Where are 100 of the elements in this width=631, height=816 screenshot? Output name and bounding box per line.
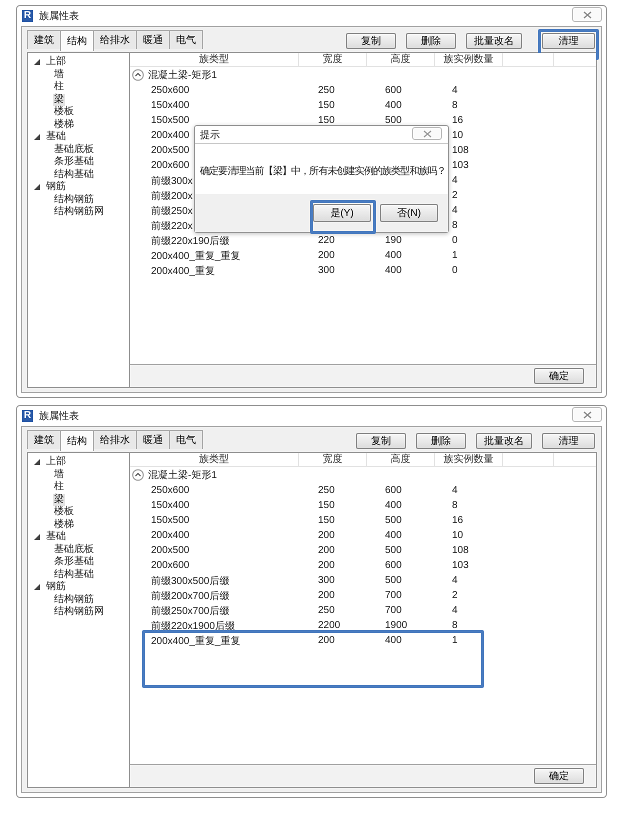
- table-cell: 10: [452, 130, 464, 141]
- close-icon: [582, 410, 592, 418]
- table-cell: 200x400_重复_重复: [151, 250, 240, 262]
- tree-item[interactable]: 钢筋: [45, 181, 67, 194]
- tree-item[interactable]: 墙: [53, 68, 65, 81]
- column-header[interactable]: 高度: [367, 453, 435, 466]
- table-cell: 0: [452, 265, 458, 276]
- table-cell: 250: [318, 605, 335, 616]
- table-cell: 250: [318, 85, 335, 96]
- tree-item[interactable]: 楼板: [53, 506, 75, 518]
- tree-item[interactable]: 上部: [45, 456, 67, 468]
- tree-item[interactable]: 柱: [53, 81, 65, 94]
- tree-item[interactable]: 楼梯: [53, 518, 75, 531]
- table-cell: 前缀250x700后缀: [151, 606, 230, 616]
- tree-item[interactable]: 楼板: [53, 106, 75, 118]
- tab[interactable]: 结构: [60, 30, 94, 51]
- table-cell: 16: [452, 515, 464, 526]
- toolbar-button[interactable]: 批量改名: [466, 33, 522, 49]
- table-cell: 400: [385, 635, 402, 646]
- tree-item[interactable]: 结构钢筋网: [53, 606, 105, 618]
- tree-item[interactable]: 结构钢筋: [53, 194, 95, 206]
- column-header[interactable]: 宽度: [299, 53, 367, 66]
- expander-icon[interactable]: [34, 534, 40, 540]
- ok-button[interactable]: 确定: [534, 368, 584, 384]
- table-cell: 前缀300x500后缀: [151, 576, 230, 586]
- table-cell: 2200: [318, 620, 340, 631]
- table-cell: 200x500: [151, 145, 190, 156]
- toolbar-button[interactable]: 复制: [356, 433, 406, 449]
- column-header[interactable]: 宽度: [299, 453, 367, 466]
- table-cell: 600: [385, 560, 402, 571]
- tree-item[interactable]: 基础: [45, 131, 67, 144]
- tab[interactable]: 建筑: [27, 30, 61, 49]
- table-cell: 200x400_重复_重复: [151, 636, 240, 646]
- collapse-icon[interactable]: [132, 69, 144, 81]
- close-button[interactable]: [572, 7, 602, 22]
- tab[interactable]: 给排水: [93, 430, 137, 449]
- table-cell: 103: [452, 560, 469, 571]
- table-cell: 500: [385, 515, 402, 526]
- toolbar-button[interactable]: 删除: [416, 433, 466, 449]
- table-cell: 250: [318, 485, 335, 496]
- toolbar-button[interactable]: 清理: [542, 433, 595, 449]
- tree-item[interactable]: 结构钢筋: [53, 594, 95, 606]
- toolbar-button[interactable]: 清理: [542, 33, 595, 49]
- ok-button[interactable]: 确定: [534, 768, 584, 784]
- tree-item[interactable]: 上部: [45, 56, 67, 68]
- tree-item[interactable]: 柱: [53, 481, 65, 494]
- table-cell: 150: [318, 515, 335, 526]
- dialog-button[interactable]: 是(Y): [313, 204, 371, 222]
- toolbar-button[interactable]: 批量改名: [476, 433, 532, 449]
- tab[interactable]: 暖通: [136, 30, 170, 49]
- tree-item[interactable]: 墙: [53, 468, 65, 481]
- tree-item[interactable]: 条形基础: [53, 556, 95, 568]
- table-cell: 200x400: [151, 530, 190, 541]
- tab[interactable]: 暖通: [136, 430, 170, 449]
- column-header[interactable]: 高度: [367, 53, 435, 66]
- table-cell: 8: [452, 100, 458, 111]
- table-cell: 前缀200x: [151, 190, 193, 202]
- table-cell: 4: [452, 485, 458, 496]
- table-cell: 500: [385, 545, 402, 556]
- table-cell: 150x500: [151, 115, 190, 126]
- dialog-button[interactable]: 否(N): [380, 204, 438, 222]
- tree-item[interactable]: 梁: [53, 494, 65, 506]
- tree-item[interactable]: 基础底板: [53, 144, 95, 156]
- close-button[interactable]: [572, 407, 602, 422]
- column-header[interactable]: 族类型: [130, 53, 299, 66]
- expander-icon[interactable]: [34, 134, 40, 140]
- tree-item[interactable]: 结构基础: [53, 568, 95, 581]
- table-cell: 700: [385, 605, 402, 616]
- tree-item[interactable]: 条形基础: [53, 156, 95, 168]
- table-cell: 0: [452, 235, 458, 246]
- tree-item[interactable]: 梁: [53, 94, 65, 106]
- toolbar-button[interactable]: 复制: [346, 33, 396, 49]
- column-header[interactable]: 族类型: [130, 453, 299, 466]
- tab[interactable]: 给排水: [93, 30, 137, 49]
- expander-icon[interactable]: [34, 184, 40, 190]
- toolbar-button[interactable]: 删除: [406, 33, 456, 49]
- table-cell: 200x400_重复: [151, 266, 215, 276]
- tree-item[interactable]: 钢筋: [45, 581, 67, 594]
- tree-item[interactable]: 基础: [45, 531, 67, 544]
- tab[interactable]: 建筑: [27, 430, 61, 449]
- column-header[interactable]: 族实例数量: [435, 453, 503, 466]
- table-cell: 400: [385, 250, 402, 261]
- tree-item[interactable]: 基础底板: [53, 544, 95, 556]
- close-button[interactable]: [412, 127, 442, 140]
- table-cell: 前缀220x: [151, 220, 193, 232]
- table-cell: 190: [385, 235, 402, 246]
- tree-item[interactable]: 结构钢筋网: [53, 206, 105, 218]
- tab[interactable]: 电气: [169, 430, 203, 449]
- expander-icon[interactable]: [34, 59, 40, 66]
- tree-item[interactable]: 结构基础: [53, 168, 95, 181]
- expander-icon[interactable]: [34, 584, 40, 590]
- tab[interactable]: 结构: [60, 430, 94, 451]
- column-header[interactable]: 族实例数量: [435, 53, 503, 66]
- tree-item[interactable]: 楼梯: [53, 118, 75, 131]
- expander-icon[interactable]: [34, 459, 40, 466]
- table-cell: 200x500: [151, 545, 190, 556]
- table-cell: 前缀200x700后缀: [151, 590, 230, 602]
- collapse-icon[interactable]: [132, 469, 144, 481]
- tab[interactable]: 电气: [169, 30, 203, 49]
- dialog-title: 提示: [200, 128, 220, 142]
